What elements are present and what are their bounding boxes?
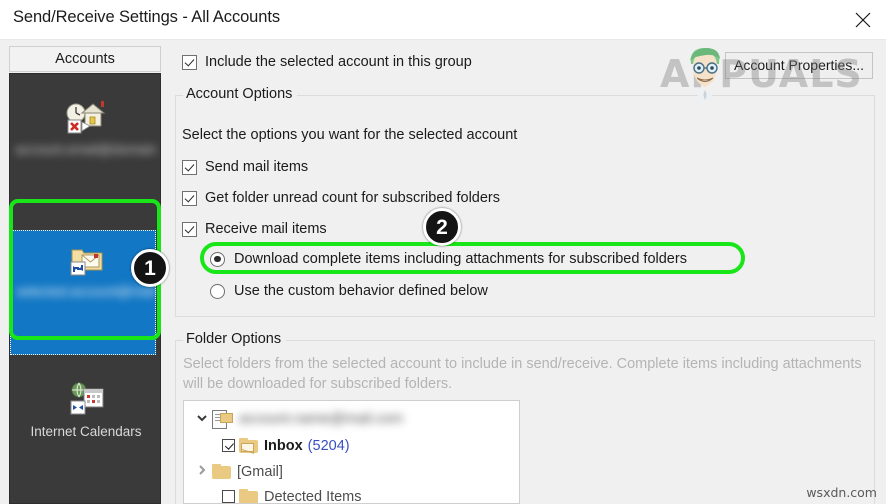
inbox-folder-icon [239,438,259,453]
globe-calendar-sync-icon [14,382,158,422]
tree-row-label: Inbox [264,438,303,454]
detected-items-checkbox[interactable] [222,490,235,503]
window-title: Send/Receive Settings - All Accounts [13,8,280,27]
download-complete-items-radio[interactable] [210,252,225,267]
send-mail-items-label: Send mail items [205,159,308,175]
custom-behavior-label: Use the custom behavior defined below [234,283,488,299]
custom-behavior-row[interactable]: Use the custom behavior defined below [210,283,488,299]
sidebar-item-label: Internet Calendars [14,424,158,439]
tree-row-label: account.name@mail.com [239,411,403,427]
tree-row[interactable]: account.name@mail.com [192,406,403,431]
include-account-label: Include the selected account in this gro… [205,54,472,70]
account-options-hint: Select the options you want for the sele… [182,127,517,143]
account-properties-button[interactable]: Account Properties... [725,52,873,79]
custom-behavior-radio[interactable] [210,284,225,299]
source-watermark: wsxdn.com [806,485,877,500]
include-account-checkbox[interactable] [182,55,197,70]
accounts-header: Accounts [9,46,161,72]
folder-tree[interactable]: account.name@mail.com Inbox (5204) [Gmai… [183,400,520,504]
tree-row[interactable]: [Gmail] [192,459,283,484]
tree-row[interactable]: Detected Items [222,484,362,504]
sidebar-item-label: account.email@domain [14,142,158,157]
get-folder-unread-count-checkbox[interactable] [182,191,197,206]
folder-icon [239,489,259,504]
tree-row-label: [Gmail] [237,464,283,480]
receive-mail-items-checkbox[interactable] [182,222,197,237]
clock-house-error-icon [14,100,158,140]
sidebar-item-account-0[interactable]: account.email@domain [14,100,158,157]
folder-icon [212,464,232,479]
chevron-right-icon[interactable] [192,464,212,479]
close-icon[interactable] [840,0,886,39]
inbox-checkbox[interactable] [222,439,235,452]
include-account-checkbox-row[interactable]: Include the selected account in this gro… [182,54,472,70]
download-complete-items-label: Download complete items including attach… [234,251,687,267]
download-complete-items-row[interactable]: Download complete items including attach… [210,251,687,267]
inbox-unread-count: (5204) [308,438,350,454]
send-mail-items-checkbox[interactable] [182,160,197,175]
account-root-icon [212,410,234,428]
get-folder-unread-count-row[interactable]: Get folder unread count for subscribed f… [182,190,500,206]
annotation-badge-2: 2 [423,208,461,246]
sidebar-item-internet-calendars[interactable]: Internet Calendars [14,382,158,439]
account-options-title: Account Options [183,86,297,102]
sidebar-item-label: selected.account@mail [14,284,158,299]
accounts-list[interactable]: account.email@domain selected.account@ma… [9,73,161,504]
close-glyph [855,12,871,28]
folder-options-title: Folder Options [183,331,286,347]
get-folder-unread-count-label: Get folder unread count for subscribed f… [205,190,500,206]
folder-options-hint: Select folders from the selected account… [183,354,873,394]
send-mail-items-row[interactable]: Send mail items [182,159,308,175]
annotation-badge-1: 1 [131,249,169,287]
receive-mail-items-row[interactable]: Receive mail items [182,221,327,237]
title-bar: Send/Receive Settings - All Accounts [0,0,886,40]
chevron-down-icon[interactable] [192,411,212,426]
tree-row-label: Detected Items [264,489,362,504]
receive-mail-items-label: Receive mail items [205,221,327,237]
appuals-mascot-icon [682,44,728,102]
tree-row[interactable]: Inbox (5204) [222,433,350,458]
